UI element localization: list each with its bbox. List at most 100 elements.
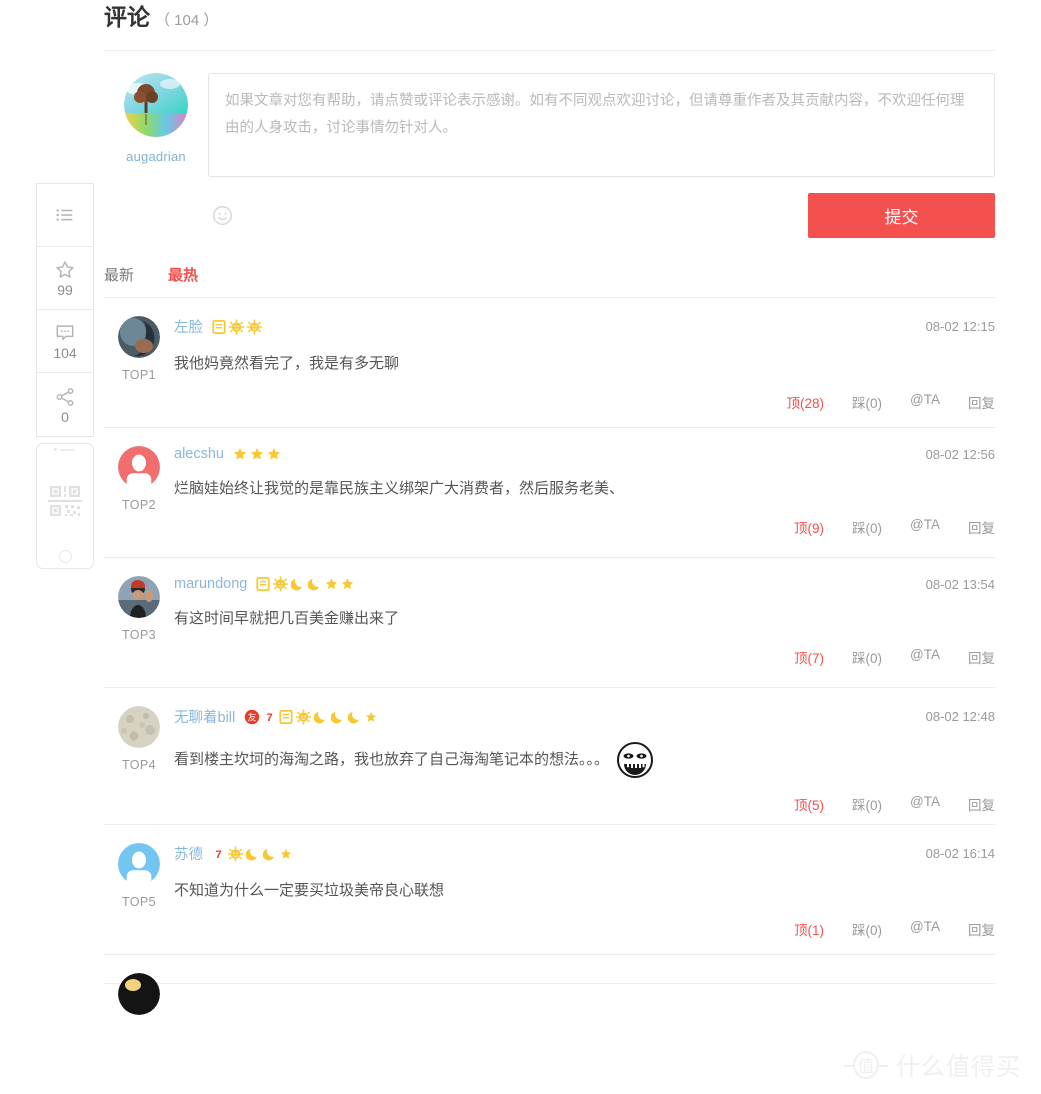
comment-rank: TOP4 bbox=[121, 758, 157, 772]
sidebar-item-comment[interactable]: 104 bbox=[37, 310, 93, 373]
user-badges bbox=[212, 319, 262, 335]
user-badges: 友 7 bbox=[244, 709, 377, 725]
comment-actions: 顶(5) 踩(0) @TA 回复 bbox=[174, 794, 995, 814]
reply-button[interactable]: 回复 bbox=[968, 517, 995, 537]
moon-badge bbox=[308, 578, 320, 591]
downvote-button[interactable]: 踩(0) bbox=[852, 647, 882, 667]
downvote-button[interactable]: 踩(0) bbox=[852, 794, 882, 814]
upvote-button[interactable]: 顶(7) bbox=[794, 647, 824, 667]
sun-badge bbox=[247, 319, 262, 334]
list-icon bbox=[56, 209, 73, 221]
downvote-button[interactable]: 踩(0) bbox=[852, 517, 882, 537]
comment-username[interactable]: 左脸 bbox=[174, 316, 203, 337]
smiley-icon[interactable] bbox=[212, 205, 233, 226]
star-badge bbox=[250, 447, 264, 460]
moon-badge bbox=[314, 711, 326, 723]
avatar[interactable] bbox=[118, 576, 160, 618]
table-row: TOP2 alecshu 08-02 12:56 烂脑娃始终让我觉的是靠民族主义… bbox=[104, 428, 995, 558]
comment-username[interactable]: marundong bbox=[174, 576, 247, 592]
upvote-button[interactable]: 顶(5) bbox=[794, 794, 824, 814]
mention-button[interactable]: @TA bbox=[910, 392, 940, 412]
comment-header: 苏德 7 08-02 16:14 bbox=[174, 843, 995, 864]
mobile-qrcode-widget[interactable] bbox=[36, 443, 94, 569]
moon-badge bbox=[291, 578, 303, 591]
comment-username[interactable]: 无聊着bill bbox=[174, 706, 235, 727]
comment-left-col: TOP3 bbox=[104, 576, 174, 642]
comment-body: 苏德 7 08-02 16:14 不知道为什么一定要买垃圾美帝良心联想 顶(1)… bbox=[104, 843, 995, 939]
moon-badge bbox=[348, 711, 360, 723]
comment-body: marundong 08-02 13:54 有这时间早就把几百美金赚出来了 顶(… bbox=[104, 576, 995, 667]
upvote-button[interactable]: 顶(9) bbox=[794, 517, 824, 537]
downvote-button[interactable]: 踩(0) bbox=[852, 392, 882, 412]
comment-date: 08-02 12:56 bbox=[925, 446, 995, 462]
friend-circle-badge: 友 bbox=[245, 709, 260, 724]
mention-button[interactable]: @TA bbox=[910, 647, 940, 667]
comment-date: 08-02 12:15 bbox=[925, 319, 995, 334]
avatar[interactable] bbox=[118, 843, 160, 885]
phone-home-button bbox=[58, 550, 72, 563]
default-avatar-blue bbox=[118, 843, 160, 881]
grin-face-emoticon bbox=[617, 742, 654, 778]
downvote-button[interactable]: 踩(0) bbox=[852, 919, 882, 939]
comment-username[interactable]: 苏德 bbox=[174, 843, 203, 864]
user-badges bbox=[233, 446, 281, 462]
comment-body: 左脸 08-02 12:15 我他妈竟然看完了，我是有多无聊 顶(28) 踩(0… bbox=[104, 316, 995, 412]
submit-button[interactable]: 提交 bbox=[808, 193, 995, 238]
avatar[interactable] bbox=[118, 316, 160, 358]
avatar[interactable] bbox=[124, 73, 188, 137]
comment-actions: 顶(1) 踩(0) @TA 回复 bbox=[174, 919, 995, 939]
reply-button[interactable]: 回复 bbox=[968, 794, 995, 814]
comment-text: 我他妈竟然看完了，我是有多无聊 bbox=[174, 350, 995, 378]
section-title-text: 评论 bbox=[104, 4, 150, 30]
mention-button[interactable]: @TA bbox=[910, 517, 940, 537]
comment-header: marundong 08-02 13:54 bbox=[174, 576, 995, 592]
moon-badge bbox=[263, 848, 274, 860]
mention-button[interactable]: @TA bbox=[910, 919, 940, 939]
composer-action-bar: 提交 bbox=[104, 193, 995, 238]
comment-date: 08-02 13:54 bbox=[925, 576, 995, 592]
comment-text: 烂脑娃始终让我觉的是靠民族主义绑架广大消费者，然后服务老美、 bbox=[174, 475, 995, 503]
tab-newest[interactable]: 最新 bbox=[104, 264, 134, 285]
composer-username[interactable]: augadrian bbox=[126, 149, 186, 164]
yellow-square-badge bbox=[212, 319, 226, 334]
table-row: TOP3 marundong 08-02 13:54 有这时间早就把几百美金赚出… bbox=[104, 558, 995, 688]
share-count: 0 bbox=[61, 408, 69, 425]
star-icon bbox=[56, 261, 74, 278]
avatar[interactable] bbox=[118, 706, 160, 748]
table-row: TOP1 左脸 08-02 12:15 我他妈竟然看完了，我是有多无聊 顶(28… bbox=[104, 298, 995, 428]
comment-date: 08-02 12:48 bbox=[925, 709, 995, 724]
sidebar-item-catalog[interactable] bbox=[37, 184, 93, 247]
comment-left-col: TOP2 bbox=[104, 446, 174, 512]
comment-rank: TOP2 bbox=[121, 498, 157, 512]
upvote-button[interactable]: 顶(1) bbox=[794, 919, 824, 939]
comment-text-content: 不知道为什么一定要买垃圾美帝良心联想 bbox=[174, 882, 445, 899]
comment-text: 不知道为什么一定要买垃圾美帝良心联想 bbox=[174, 877, 995, 905]
seven-badge: 7 bbox=[215, 849, 221, 861]
star-badge bbox=[365, 711, 377, 722]
avatar[interactable] bbox=[118, 446, 160, 488]
comment-text-content: 有这时间早就把几百美金赚出来了 bbox=[174, 610, 400, 627]
svg-text:友: 友 bbox=[248, 711, 257, 723]
sidebar-item-share[interactable]: 0 bbox=[37, 373, 93, 436]
comment-rank: TOP1 bbox=[121, 368, 157, 382]
upvote-button[interactable]: 顶(28) bbox=[787, 392, 825, 412]
sidebar-item-favorite[interactable]: 99 bbox=[37, 247, 93, 310]
sun-badge bbox=[296, 709, 312, 724]
comment-username[interactable]: alecshu bbox=[174, 446, 224, 462]
user-badges: 7 bbox=[212, 846, 292, 862]
user-badges bbox=[256, 576, 354, 592]
reply-button[interactable]: 回复 bbox=[968, 392, 995, 412]
moon-badge bbox=[331, 711, 343, 723]
comment-header: 左脸 08-02 12:15 bbox=[174, 316, 995, 337]
qrcode-icon bbox=[48, 485, 82, 516]
avatar[interactable] bbox=[118, 973, 160, 1015]
reply-button[interactable]: 回复 bbox=[968, 647, 995, 667]
comment-input[interactable]: 如果文章对您有帮助，请点赞或评论表示感谢。如有不同观点欢迎讨论，但请尊重作者及其… bbox=[208, 73, 995, 177]
yellow-square-badge bbox=[256, 577, 270, 591]
sun-badge bbox=[273, 576, 289, 592]
comment-body: alecshu 08-02 12:56 烂脑娃始终让我觉的是靠民族主义绑架广大消… bbox=[104, 446, 995, 537]
mention-button[interactable]: @TA bbox=[910, 794, 940, 814]
star-badge bbox=[280, 848, 292, 859]
reply-button[interactable]: 回复 bbox=[968, 919, 995, 939]
tab-hottest[interactable]: 最热 bbox=[168, 264, 198, 285]
